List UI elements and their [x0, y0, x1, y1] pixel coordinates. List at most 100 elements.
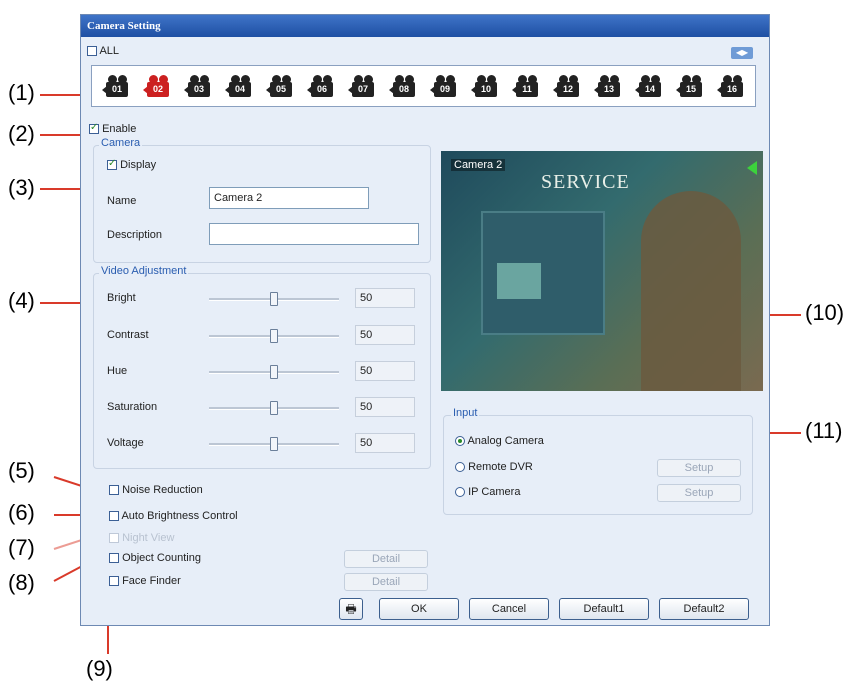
ip-camera-label: IP Camera — [468, 486, 521, 498]
remote-dvr-row[interactable]: Remote DVR — [455, 461, 533, 473]
input-group-title: Input — [451, 407, 480, 419]
camera-number: 05 — [270, 82, 292, 97]
name-field[interactable]: Camera 2 — [209, 187, 369, 209]
analog-camera-radio[interactable] — [455, 436, 465, 447]
camera-number: 08 — [393, 82, 415, 97]
face-finder-detail-button[interactable]: Detail — [344, 573, 428, 591]
ok-button[interactable]: OK — [379, 598, 459, 620]
preview-sign: SERVICE — [541, 171, 630, 193]
video-adjustment-title: Video Adjustment — [99, 265, 189, 277]
slider-thumb[interactable] — [270, 401, 278, 415]
camera-icon-01[interactable]: 01 — [102, 75, 136, 99]
display-row[interactable]: Display — [107, 158, 156, 171]
video-adjustment-label: Contrast — [107, 329, 149, 341]
object-counting-label: Object Counting — [122, 552, 201, 564]
default1-button[interactable]: Default1 — [559, 598, 649, 620]
camera-number: 15 — [680, 82, 702, 97]
camera-number: 11 — [516, 82, 538, 97]
camera-icon-05[interactable]: 05 — [266, 75, 300, 99]
cancel-button[interactable]: Cancel — [469, 598, 549, 620]
camera-icon-16[interactable]: 16 — [717, 75, 751, 99]
enable-row[interactable]: Enable — [89, 122, 136, 135]
video-adjustment-value: 50 — [355, 288, 415, 308]
print-button[interactable]: 🖶 — [339, 598, 363, 620]
callout-1: (1) — [8, 80, 35, 105]
remote-dvr-radio[interactable] — [455, 462, 465, 473]
auto-brightness-checkbox[interactable] — [109, 511, 119, 522]
remote-dvr-setup-button[interactable]: Setup — [657, 459, 741, 477]
camera-icon-11[interactable]: 11 — [512, 75, 546, 99]
scroll-arrows-button[interactable]: ◀▶ — [731, 47, 753, 59]
camera-icon-06[interactable]: 06 — [307, 75, 341, 99]
camera-preview: SERVICE Camera 2 — [441, 151, 763, 391]
camera-icon-04[interactable]: 04 — [225, 75, 259, 99]
auto-brightness-row[interactable]: Auto Brightness Control — [109, 510, 238, 522]
all-label: ALL — [99, 45, 120, 57]
name-label: Name — [107, 195, 137, 207]
slider-thumb[interactable] — [270, 292, 278, 306]
all-checkbox[interactable] — [87, 46, 97, 57]
face-finder-checkbox[interactable] — [109, 576, 119, 587]
video-adjustment-value: 50 — [355, 397, 415, 417]
analog-camera-label: Analog Camera — [467, 435, 544, 447]
arrow-right-icon[interactable]: ▶ — [742, 48, 748, 57]
object-counting-row[interactable]: Object Counting — [109, 552, 201, 564]
analog-camera-row[interactable]: Analog Camera — [455, 435, 544, 447]
object-counting-detail-button[interactable]: Detail — [344, 550, 428, 568]
enable-checkbox[interactable] — [89, 122, 99, 135]
description-field[interactable] — [209, 223, 419, 245]
camera-number: 14 — [639, 82, 661, 97]
ip-camera-setup-button[interactable]: Setup — [657, 484, 741, 502]
face-finder-label: Face Finder — [122, 575, 181, 587]
ip-camera-radio[interactable] — [455, 487, 465, 498]
video-adjustment-label: Saturation — [107, 401, 158, 413]
remote-dvr-label: Remote DVR — [468, 461, 533, 473]
camera-icon-08[interactable]: 08 — [389, 75, 423, 99]
all-checkbox-row[interactable]: ALL — [87, 45, 119, 57]
callout-7: (7) — [8, 535, 35, 560]
camera-number: 16 — [721, 82, 743, 97]
camera-icon-13[interactable]: 13 — [594, 75, 628, 99]
camera-icon-03[interactable]: 03 — [184, 75, 218, 99]
camera-group-title: Camera — [99, 137, 143, 149]
camera-icon-14[interactable]: 14 — [635, 75, 669, 99]
display-checkbox[interactable] — [107, 158, 117, 171]
night-view-label: Night View — [122, 532, 175, 544]
camera-number: 13 — [598, 82, 620, 97]
slider-thumb[interactable] — [270, 437, 278, 451]
face-finder-row[interactable]: Face Finder — [109, 575, 181, 587]
printer-icon[interactable]: 🖶 — [345, 602, 356, 616]
callout-10: (10) — [805, 300, 845, 325]
video-adjustment-value: 50 — [355, 433, 415, 453]
camera-number: 09 — [434, 82, 456, 97]
slider-thumb[interactable] — [270, 365, 278, 379]
camera-number: 12 — [557, 82, 579, 97]
video-adjustment-label: Bright — [107, 292, 136, 304]
camera-number: 02 — [147, 82, 169, 97]
camera-icon-10[interactable]: 10 — [471, 75, 505, 99]
preview-atm-screen — [497, 263, 541, 299]
slider-thumb[interactable] — [270, 329, 278, 343]
video-adjustment-label: Voltage — [107, 437, 144, 449]
preview-camera-label: Camera 2 — [451, 159, 506, 171]
callout-2: (2) — [8, 121, 35, 146]
camera-number: 03 — [188, 82, 210, 97]
camera-icon-15[interactable]: 15 — [676, 75, 710, 99]
camera-icon-02[interactable]: 02 — [143, 75, 177, 99]
camera-icon-12[interactable]: 12 — [553, 75, 587, 99]
camera-number: 06 — [311, 82, 333, 97]
camera-icon-09[interactable]: 09 — [430, 75, 464, 99]
object-counting-checkbox[interactable] — [109, 553, 119, 564]
camera-strip: 01 02 03 04 05 06 07 08 09 10 11 12 13 14 15 16 — [91, 65, 756, 107]
night-view-checkbox — [109, 533, 119, 544]
ip-camera-row[interactable]: IP Camera — [455, 486, 520, 498]
description-label: Description — [107, 229, 163, 241]
noise-reduction-checkbox[interactable] — [109, 485, 119, 496]
camera-setting-window: Camera Setting ALL ◀▶ 01 02 03 04 05 06 07 08 09… — [80, 14, 770, 626]
window-title: Camera Setting — [81, 15, 769, 37]
default2-button[interactable]: Default2 — [659, 598, 749, 620]
callout-11: (11) — [805, 418, 843, 443]
noise-reduction-row[interactable]: Noise Reduction — [109, 484, 203, 496]
video-adjustment-value: 50 — [355, 361, 415, 381]
camera-icon-07[interactable]: 07 — [348, 75, 382, 99]
